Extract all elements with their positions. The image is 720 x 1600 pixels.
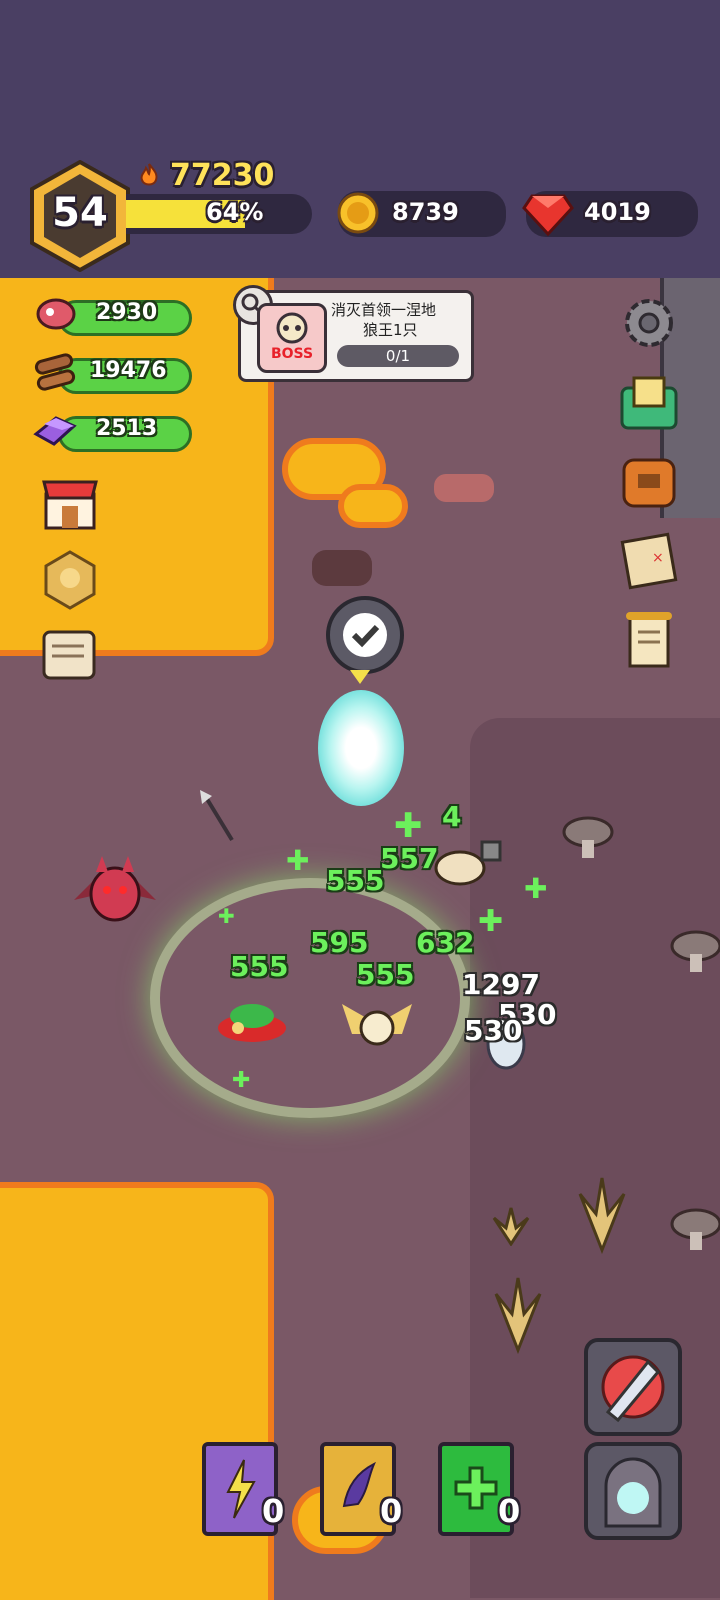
dry-plant — [478, 1274, 558, 1355]
mushroom — [670, 930, 720, 974]
heal-aura — [150, 878, 470, 1118]
quest-progress-bar: 0/1 — [337, 345, 459, 367]
portal[interactable] — [318, 690, 404, 806]
damage-number: 555 — [356, 958, 415, 991]
wing-book-count: 0 — [380, 1492, 403, 1530]
gem-value: 4019 — [584, 198, 651, 226]
boss-label: BOSS — [270, 346, 314, 362]
heal-plus-icon: ✚ — [394, 806, 423, 846]
top-hud: 54 77230 64% 8739 4019 — [0, 0, 720, 281]
xp-percent: 64% — [206, 198, 264, 226]
notice-scroll-icon[interactable] — [618, 608, 680, 670]
dry-plant — [560, 1174, 644, 1255]
xp-bar: 64% — [126, 194, 312, 234]
damage-number: 632 — [416, 926, 475, 959]
gear-icon[interactable] — [618, 292, 680, 354]
damage-number: 555 — [326, 864, 385, 897]
damage-number: 557 — [380, 842, 439, 875]
level-badge[interactable]: 54 — [28, 159, 132, 273]
checkmark-icon[interactable] — [326, 596, 404, 674]
heal-plus-icon: ✚ — [232, 1068, 251, 1093]
wood-value: 19476 — [90, 358, 167, 383]
meat-value: 2930 — [96, 300, 158, 325]
backpack-icon[interactable] — [618, 450, 680, 512]
mushroom — [670, 1208, 720, 1252]
damage-number: 1297 — [462, 968, 540, 1001]
sword-swap-button[interactable] — [584, 1338, 682, 1436]
shop-icon[interactable] — [40, 472, 100, 532]
tree-stump — [312, 550, 372, 586]
wood-icon — [32, 350, 78, 394]
heal-plus-icon: ✚ — [286, 844, 310, 877]
flame-icon — [136, 162, 162, 188]
portal-gate-button[interactable] — [584, 1442, 682, 1540]
heal-book-count: 0 — [498, 1492, 521, 1530]
heal-plus-icon: ✚ — [478, 904, 504, 939]
heal-plus-icon: ✚ — [218, 904, 235, 928]
hero-archer[interactable] — [212, 994, 292, 1054]
crystal-value: 2513 — [96, 416, 158, 441]
rock — [434, 474, 494, 502]
dry-plant — [486, 1206, 536, 1247]
treasure-map-icon[interactable]: × — [618, 530, 680, 592]
damage-number: 595 — [310, 926, 369, 959]
damage-number: 530 — [464, 1014, 523, 1047]
bat-enemy[interactable] — [70, 850, 160, 936]
hero-knight[interactable] — [332, 984, 422, 1054]
achievement-badge-icon[interactable] — [38, 548, 102, 612]
lava-pool-bottom — [0, 1182, 274, 1600]
damage-number: 555 — [230, 950, 289, 983]
quest-title-2: 狼王1只 — [363, 321, 418, 339]
mail-icon[interactable] — [618, 372, 680, 434]
level-number: 54 — [52, 190, 108, 236]
lava-puddle-small — [338, 484, 408, 528]
meat-icon — [34, 292, 78, 336]
heal-plus-icon: ✚ — [524, 872, 548, 905]
arrow-projectile — [198, 790, 238, 846]
quest-title-1: 消灭首领一涅地 — [331, 301, 437, 319]
power-value: 77230 — [170, 158, 275, 193]
gem-icon — [522, 190, 574, 238]
lightning-book-count: 0 — [262, 1492, 285, 1530]
damage-number: 4 — [442, 800, 462, 833]
arrow-down-icon — [350, 670, 370, 684]
mushroom — [562, 816, 614, 860]
svg-text:×: × — [652, 550, 664, 566]
crystal-icon — [32, 408, 78, 452]
boss-skull-icon: BOSS — [257, 303, 327, 373]
quest-panel[interactable]: BOSS 消灭首领一涅地 狼王1只 0/1 — [233, 285, 474, 382]
game-map[interactable]: 2930 19476 2513 BOSS 消灭首领一涅地 狼王1只 0/1 × … — [0, 278, 720, 1600]
coin-value: 8739 — [392, 198, 459, 226]
scroll-icon[interactable] — [36, 624, 102, 686]
coin-icon — [336, 191, 380, 235]
quest-progress: 0/1 — [385, 347, 411, 365]
